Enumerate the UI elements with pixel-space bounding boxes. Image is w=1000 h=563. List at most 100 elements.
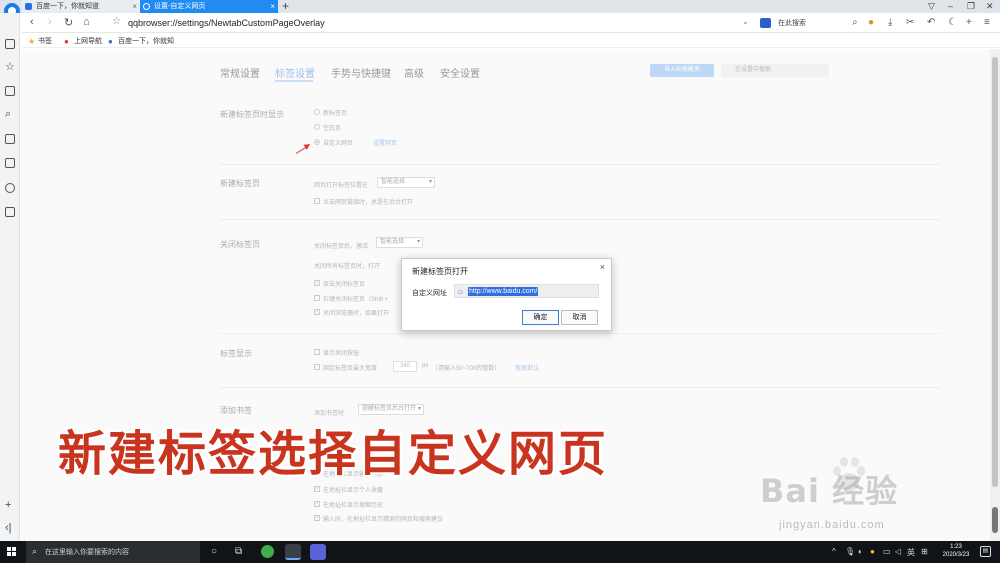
radio-blank[interactable]: 空白页 <box>314 123 341 132</box>
volume-icon[interactable]: ◁ <box>895 547 901 556</box>
tab-baidu[interactable]: 百度一下，你就知道 × <box>22 0 140 13</box>
unit-label: px <box>422 363 429 369</box>
qqbrowser-taskbar-icon[interactable] <box>285 544 301 560</box>
windows-start-icon[interactable] <box>7 547 17 557</box>
home-icon[interactable]: ⌂ <box>83 16 90 28</box>
game-controller-icon[interactable]: ● <box>868 17 874 28</box>
checkbox-rightclick-close[interactable]: 右键关闭标签页（Shift + <box>314 294 388 303</box>
radio-newtab[interactable]: 新标签页 <box>314 108 347 117</box>
bookmark-item[interactable]: ● 百度一下，你就知 <box>108 36 174 46</box>
search-icon[interactable]: ⌕ <box>5 108 11 121</box>
ok-button[interactable]: 确定 <box>522 310 559 325</box>
close-tab-icon[interactable]: × <box>132 0 137 13</box>
tray-app-icon[interactable]: ● <box>870 547 875 556</box>
close-activate-select[interactable]: 智能选择 <box>376 237 423 248</box>
search-engine-icon[interactable] <box>760 18 771 28</box>
ime-mode-icon[interactable]: ⊞ <box>921 547 928 556</box>
tab-security[interactable]: 安全设置 <box>440 65 480 80</box>
address-bar: ‹ › ↻ ⌂ ☆ qqbrowser://settings/NewtabCus… <box>22 13 1000 33</box>
tab-width-input[interactable]: 240 <box>393 361 417 372</box>
tab-gestures[interactable]: 手势与快捷键 <box>331 65 391 80</box>
radio-custom[interactable]: 自定义网页 <box>314 138 353 147</box>
back-icon[interactable]: ‹ <box>30 16 34 28</box>
reload-icon[interactable]: ↻ <box>64 16 73 29</box>
scissors-icon[interactable]: ✂ <box>906 17 914 28</box>
dialog-close-icon[interactable]: × <box>600 262 605 272</box>
add-icon[interactable]: + <box>5 499 11 511</box>
restore-icon[interactable]: ❐ <box>967 0 975 13</box>
set-page-link[interactable]: 设置网页 <box>373 138 397 147</box>
chevron-down-icon[interactable]: ⌄ <box>742 17 749 26</box>
clock[interactable]: 1:23 2020/3/23 <box>938 543 974 559</box>
url-field[interactable]: qqbrowser://settings/NewtabCustomPageOve… <box>128 18 325 28</box>
game-icon[interactable] <box>5 158 15 168</box>
cancel-button[interactable]: 取消 <box>561 310 598 325</box>
import-ie-button[interactable]: 导入IE收藏夹 <box>650 64 714 77</box>
collapse-icon[interactable]: ‹| <box>5 522 12 534</box>
notification-icon[interactable]: ▤ <box>980 546 991 557</box>
radio-label: 新标签页 <box>323 111 348 117</box>
tray-chevron-icon[interactable]: ^ <box>832 547 836 556</box>
checkbox-label: 显示关闭按钮 <box>323 351 360 357</box>
bookmark-star-icon[interactable]: ☆ <box>112 16 121 27</box>
new-tab-button[interactable]: + <box>282 0 289 13</box>
screenshot-icon[interactable] <box>5 39 15 49</box>
tab-general[interactable]: 常规设置 <box>220 65 260 80</box>
app-tray-icon[interactable]: ◐ <box>858 547 863 556</box>
clock-time: 1:23 <box>950 544 962 550</box>
taskbar-search-placeholder: 在这里输入你要搜索的内容 <box>45 549 129 556</box>
scrollbar[interactable] <box>990 49 1000 541</box>
bookmark-item[interactable]: ● 上网导航 <box>64 36 102 46</box>
mic-icon[interactable]: 🎙 <box>845 547 855 556</box>
checkbox-max-width[interactable]: 固定标签页最大宽度 <box>314 363 377 372</box>
checkbox-dblclick-close[interactable]: ✓ 双击关闭标签页 <box>314 279 365 288</box>
ime-label[interactable]: 英 <box>907 547 915 558</box>
video-icon[interactable] <box>5 134 15 144</box>
menu-icon[interactable]: ≡ <box>984 17 990 28</box>
close-tab-icon[interactable]: × <box>270 0 275 13</box>
checkbox-label: 在地址栏显示个人收藏 <box>323 488 384 494</box>
tab-position-select[interactable]: 智能选择 <box>377 177 435 188</box>
download-icon[interactable]: ⤓ <box>888 17 892 28</box>
label: 关闭标签页后，激活 <box>314 244 369 250</box>
app-icon[interactable] <box>310 544 326 560</box>
360-browser-icon[interactable] <box>261 545 274 558</box>
checkbox-icon <box>314 364 320 370</box>
forward-icon[interactable]: › <box>48 16 52 28</box>
checkbox-show-close[interactable]: 显示关闭按钮 <box>314 348 359 357</box>
checkbox-background-open[interactable]: 点击网页链接时，总是在后台打开 <box>314 197 413 206</box>
tab-tab-settings[interactable]: 标签设置 <box>275 65 315 80</box>
reset-default-link[interactable]: 恢复默认 <box>515 363 539 372</box>
night-mode-icon[interactable]: ☾ <box>948 17 957 28</box>
undo-icon[interactable]: ↶ <box>927 17 935 28</box>
checkbox-icon <box>314 295 320 301</box>
search-icon[interactable]: ⌕ <box>852 17 858 28</box>
checkbox-address-favorites[interactable]: ✓ 在地址栏显示个人收藏 <box>314 485 383 494</box>
cortana-icon[interactable]: ○ <box>211 546 217 557</box>
tab-settings[interactable]: 设置-自定义网页 × <box>140 0 278 13</box>
close-window-icon[interactable]: ✕ <box>986 0 994 13</box>
settings-search-input[interactable]: 在设置中搜索 <box>721 64 829 77</box>
tab-advanced[interactable]: 高级 <box>404 65 424 80</box>
custom-url-input[interactable]: ⌂ http://www.baidu.com/ <box>454 284 599 298</box>
taskbar-search-box[interactable]: ⌕ 在这里输入你要搜索的内容 <box>26 541 200 563</box>
shirt-icon[interactable]: ▽ <box>928 0 935 13</box>
bookmark-label: 上网导航 <box>74 38 102 45</box>
search-field[interactable]: 在此搜索 <box>778 18 806 28</box>
chat-icon[interactable] <box>5 183 15 193</box>
search-icon: ⌕ <box>32 546 38 556</box>
checkbox-address-suggest[interactable]: ✓ 输入时，在地址栏显示猜测的网页和搜索建议 <box>314 514 443 523</box>
scrollbar-thumb[interactable] <box>992 507 998 533</box>
network-icon[interactable]: ▭ <box>883 547 891 556</box>
section-title: 新建标签页时显示 <box>220 110 284 119</box>
extensions-icon[interactable]: + <box>966 17 972 28</box>
book-icon[interactable] <box>5 86 15 96</box>
app-icon[interactable] <box>5 207 15 217</box>
task-view-icon[interactable]: ⧉ <box>235 546 242 557</box>
checkbox-close-browser[interactable]: ✓ 关闭浏览器时，如果打开 <box>314 308 389 317</box>
favorite-star-icon[interactable]: ☆ <box>5 60 15 73</box>
checkbox-address-history[interactable]: ✓ 在地址栏显示搜索历史 <box>314 500 383 509</box>
bookmark-item[interactable]: ★ 书签 <box>28 36 52 46</box>
checkbox-icon <box>314 198 320 204</box>
minimize-icon[interactable]: – <box>948 0 953 13</box>
